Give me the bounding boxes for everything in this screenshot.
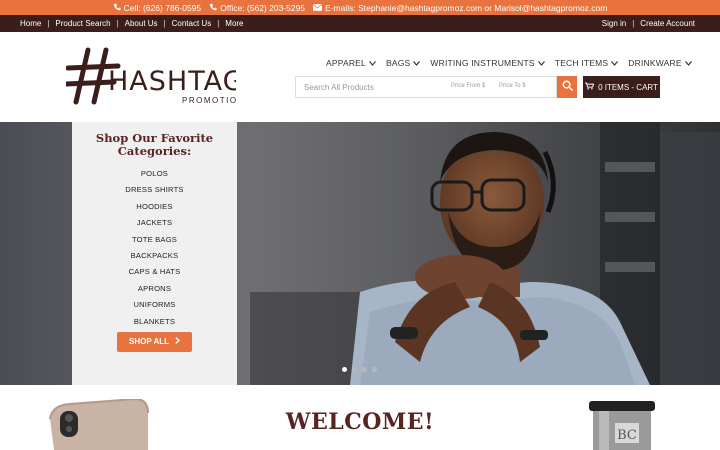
menu-label: BAGS [385,58,411,68]
envelope-icon [313,3,323,13]
menu-drinkware[interactable]: DRINKWARE [628,58,692,68]
nav-separator: | [163,19,166,28]
nav-about-us[interactable]: About Us [125,19,158,28]
category-uniforms[interactable]: UNIFORMS [72,297,237,313]
office-contact[interactable]: Office: (562) 203-5295 [209,3,305,13]
phone-icon [209,3,217,13]
cart-icon [585,82,595,92]
chevron-down-icon [684,58,692,68]
category-caps-hats[interactable]: CAPS & HATS [72,264,237,280]
nav-home[interactable]: Home [20,19,41,28]
category-list: POLOS DRESS SHIRTS HOODIES JACKETS TOTE … [72,166,237,330]
carousel-dot-3[interactable] [362,367,367,372]
chevron-down-icon [537,58,545,68]
main-menu: APPAREL BAGS WRITING INSTRUMENTS TECH IT… [326,58,692,68]
nav-product-search[interactable]: Product Search [55,19,110,28]
email-contact[interactable]: E-mails: Stephanie@hashtagpromoz.com or … [313,3,607,13]
menu-label: WRITING INSTRUMENTS [430,58,535,68]
utility-nav: Home | Product Search | About Us | Conta… [0,15,720,32]
category-tote-bags[interactable]: TOTE BAGS [72,232,237,248]
shop-all-button[interactable]: SHOP ALL [116,331,192,352]
site-logo[interactable]: HASHTAG PROMOTIONS [63,46,250,106]
welcome-section: WELCOME! BC [0,385,720,450]
category-hoodies[interactable]: HOODIES [72,199,237,215]
logo-wordmark: HASHTAG [108,66,236,97]
site-header: HASHTAG PROMOTIONS APPAREL BAGS WRITING … [0,32,720,122]
nav-more[interactable]: More [225,19,243,28]
carousel-dot-4[interactable] [372,367,377,372]
menu-tech-items[interactable]: TECH ITEMS [554,58,619,68]
tumbler-monogram: BC [617,428,637,443]
logo-subtitle: PROMOTIONS [182,96,236,105]
chevron-down-icon [611,58,619,68]
phone-icon [113,3,121,13]
nav-separator: | [217,19,220,28]
search-icon [562,78,573,96]
chevron-down-icon [369,58,376,68]
category-jackets[interactable]: JACKETS [72,215,237,231]
category-panel-title: Shop Our Favorite Categories: [95,131,214,158]
carousel-dot-1[interactable] [342,367,347,372]
price-from-input[interactable]: Price From $ [451,83,485,89]
nav-separator: | [47,19,50,28]
search-bar[interactable]: Search All Products Price From $ Price T… [295,76,557,98]
menu-bags[interactable]: BAGS [385,58,421,68]
sign-in-link[interactable]: Sign in [602,19,626,28]
shop-all-label: SHOP ALL [128,337,169,347]
menu-label: TECH ITEMS [554,58,609,68]
create-account-link[interactable]: Create Account [640,19,695,28]
cell-text: Cell: (626) 786-0595 [123,2,202,13]
search-input[interactable]: Search All Products [304,83,374,92]
office-text: Office: (562) 203-5295 [220,2,306,13]
tumbler-image: BC [589,401,655,450]
search-button[interactable] [557,76,577,98]
nav-separator: | [632,19,635,28]
price-to-input[interactable]: Price To $ [499,83,526,89]
menu-label: APPAREL [326,58,366,68]
email-text: E-mails: Stephanie@hashtagpromoz.com or … [325,2,608,13]
contact-bar: Cell: (626) 786-0595 Office: (562) 203-5… [0,0,720,15]
nav-separator: | [116,19,119,28]
category-blankets[interactable]: BLANKETS [72,314,237,330]
chevron-down-icon [413,58,421,68]
carousel-dot-2[interactable] [352,367,357,372]
cell-contact[interactable]: Cell: (626) 786-0595 [113,2,202,13]
nav-contact-us[interactable]: Contact Us [172,19,212,28]
category-dress-shirts[interactable]: DRESS SHIRTS [72,182,237,198]
chevron-right-icon [175,337,180,346]
menu-writing-instruments[interactable]: WRITING INSTRUMENTS [430,58,545,68]
category-panel: Shop Our Favorite Categories: POLOS DRES… [72,122,237,385]
menu-label: DRINKWARE [628,58,682,68]
menu-apparel[interactable]: APPAREL [326,58,376,68]
category-backpacks[interactable]: BACKPACKS [72,248,237,264]
category-polos[interactable]: POLOS [72,166,237,182]
category-aprons[interactable]: APRONS [72,281,237,297]
cart-label: 0 ITEMS - CART [598,82,658,92]
cart-button[interactable]: 0 ITEMS - CART [583,76,660,98]
carousel-dots [342,367,377,372]
